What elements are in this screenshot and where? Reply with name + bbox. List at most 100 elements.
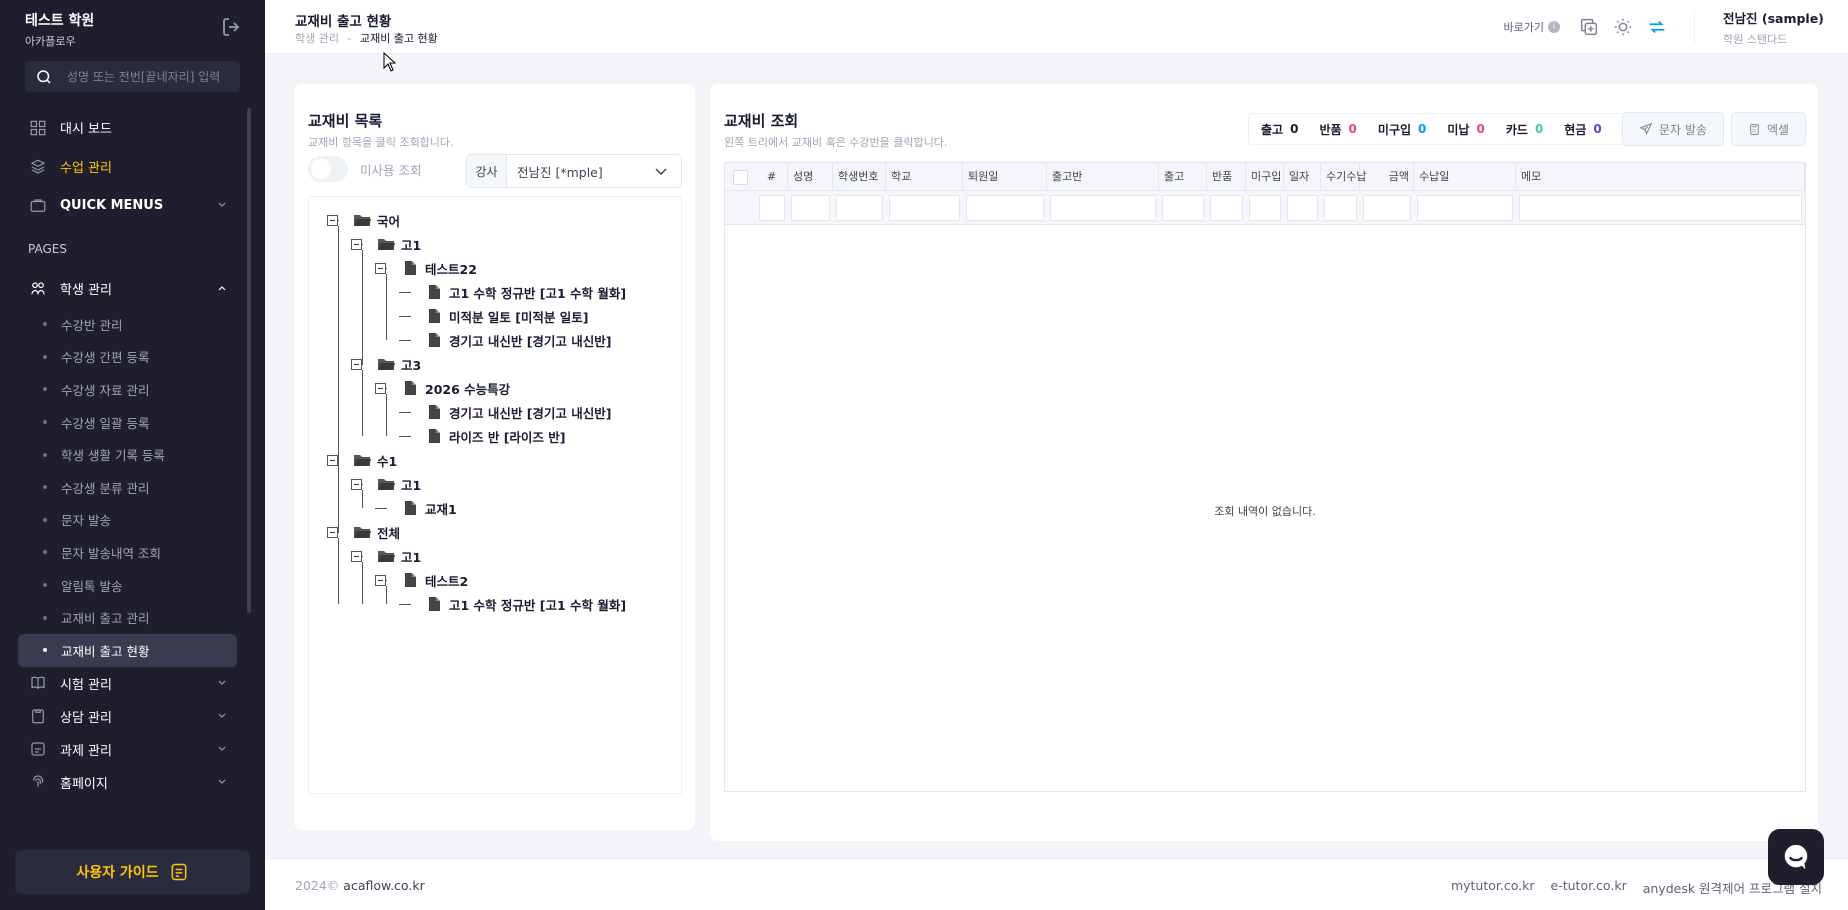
sidebar-subitem[interactable]: 교재비 출고 현황 <box>18 633 237 667</box>
sidebar-item-label: 수업 관리 <box>60 161 112 176</box>
grid-filter-input[interactable] <box>759 195 785 221</box>
grid-column-header[interactable]: 금액 <box>1360 163 1414 191</box>
grid-filter-input[interactable] <box>1519 195 1802 221</box>
sidebar-subitem[interactable]: 교재비 출고 관리 <box>18 601 237 634</box>
breadcrumb-current: 교재비 출고 현황 <box>359 32 438 45</box>
brightness-icon[interactable] <box>1612 16 1634 38</box>
collapse-icon[interactable] <box>351 551 362 562</box>
sidebar-item-quick-menus[interactable]: QUICK MENUS <box>18 186 237 225</box>
tree-node-file[interactable]: 고1 수학 정규반 [고1 수학 월화] <box>425 594 626 614</box>
sidebar-item-class[interactable]: 수업 관리 <box>18 147 237 186</box>
tree-node-file[interactable]: 경기고 내신반 [경기고 내신반] <box>425 402 611 422</box>
grid-filter-input[interactable] <box>1249 195 1281 221</box>
grid-filter-input[interactable] <box>889 195 960 221</box>
sidebar-subitem[interactable]: 학생 생활 기록 등록 <box>18 438 237 471</box>
search-input[interactable] <box>67 69 227 84</box>
tree-node-folder[interactable]: 고1 <box>377 474 421 494</box>
tree-connector <box>399 436 411 437</box>
sidebar-item-bottom[interactable]: 상담 관리 <box>18 700 237 733</box>
collapse-icon[interactable] <box>375 263 386 274</box>
sidebar-subitem[interactable]: 알림톡 발송 <box>18 569 237 602</box>
grid-column-header[interactable]: 퇴원일 <box>963 163 1047 191</box>
sidebar-scrollbar[interactable] <box>247 108 251 613</box>
sidebar-item-dashboard[interactable]: 대시 보드 <box>18 108 237 147</box>
grid-column-header[interactable]: 수기수납 <box>1321 163 1366 191</box>
breadcrumb: 학생 관리 - 교재비 출고 현황 <box>295 30 438 46</box>
sidebar-subitem[interactable]: 문자 발송 <box>18 504 237 537</box>
sidebar-subitem[interactable]: 수강생 자료 관리 <box>18 373 237 406</box>
sidebar-item-student[interactable]: 학생 관리 <box>18 269 237 308</box>
collapse-icon[interactable] <box>351 239 362 250</box>
tree-node-file[interactable]: 교재1 <box>401 498 457 518</box>
grid-column-header[interactable]: 학생번호 <box>833 163 886 191</box>
grid-filter-input[interactable] <box>1417 195 1513 221</box>
grid-column-header[interactable]: # <box>756 163 788 191</box>
sidebar-subitem[interactable]: 문자 발송내역 조회 <box>18 536 237 569</box>
sidebar-item-bottom[interactable]: 시험 관리 <box>18 667 237 700</box>
grid-filter-input[interactable] <box>1162 195 1204 221</box>
tree-node-file[interactable]: 테스트22 <box>401 258 477 278</box>
refresh-icon[interactable] <box>1646 16 1668 38</box>
tree-node-file[interactable]: 테스트2 <box>401 570 468 590</box>
sidebar-subitem[interactable]: 수강생 분류 관리 <box>18 471 237 504</box>
grid-column-header[interactable]: 성명 <box>788 163 833 191</box>
grid-filter-input[interactable] <box>1324 195 1357 221</box>
grid-filter-input[interactable] <box>791 195 830 221</box>
collapse-icon[interactable] <box>375 575 386 586</box>
grid-column-header[interactable]: 일자 <box>1284 163 1321 191</box>
teacher-select[interactable]: 강사 전남진 [*mple] <box>466 154 682 188</box>
collapse-icon[interactable] <box>375 383 386 394</box>
sidebar-subitem[interactable]: 수강생 일괄 등록 <box>18 406 237 439</box>
collapse-icon[interactable] <box>351 359 362 370</box>
grid-filter-input[interactable] <box>836 195 883 221</box>
chat-button[interactable] <box>1768 829 1824 885</box>
grid-filter-input[interactable] <box>1210 195 1243 221</box>
copy-add-icon[interactable] <box>1578 16 1600 38</box>
user-guide-button[interactable]: 사용자 가이드 <box>15 850 250 894</box>
collapse-icon[interactable] <box>327 455 338 466</box>
tree-node-folder[interactable]: 고1 <box>377 234 421 254</box>
tree-node-file[interactable]: 미적분 일토 [미적분 일토] <box>425 306 588 326</box>
sms-send-button[interactable]: 문자 발송 <box>1622 112 1724 146</box>
grid-column-header[interactable]: 출고 <box>1159 163 1207 191</box>
user-menu[interactable]: 전남진 (sample) 학원 스탠다드 <box>1723 8 1848 47</box>
grid-column-header[interactable]: 미구입 <box>1246 163 1284 191</box>
collapse-icon[interactable] <box>327 527 338 538</box>
excel-button[interactable]: 엑셀 <box>1731 112 1806 146</box>
sidebar-item-bottom[interactable]: 과제 관리 <box>18 733 237 766</box>
tree-node-file[interactable]: 경기고 내신반 [경기고 내신반] <box>425 330 611 350</box>
tree-connector <box>399 412 411 413</box>
tree-node-folder[interactable]: 고1 <box>377 546 421 566</box>
footer-site-link[interactable]: acaflow.co.kr <box>343 878 424 893</box>
student-icon <box>28 279 48 299</box>
sidebar-subitem[interactable]: 수강반 관리 <box>18 308 237 341</box>
sidebar-item-bottom[interactable]: 홈페이지 <box>18 766 237 799</box>
tree-node-folder[interactable]: 고3 <box>377 354 421 374</box>
tree-node-file[interactable]: 2026 수능특강 <box>401 378 510 398</box>
grid-filter-input[interactable] <box>1363 195 1411 221</box>
grid-column-header[interactable]: 학교 <box>886 163 963 191</box>
tree-node-file[interactable]: 라이즈 반 [라이즈 반] <box>425 426 565 446</box>
grid-filter-input[interactable] <box>966 195 1044 221</box>
collapse-icon[interactable] <box>351 479 362 490</box>
teacher-select-value[interactable]: 전남진 [*mple] <box>507 155 681 187</box>
grid-filter-input[interactable] <box>1287 195 1318 221</box>
tree-node-folder[interactable]: 전체 <box>353 522 400 542</box>
grid-column-header[interactable]: 출고반 <box>1047 163 1159 191</box>
grid-column-header[interactable]: 반품 <box>1207 163 1246 191</box>
tree-node-file[interactable]: 고1 수학 정규반 [고1 수학 월화] <box>425 282 626 302</box>
tree-node-folder[interactable]: 수1 <box>353 450 397 470</box>
select-all-checkbox[interactable] <box>733 170 748 185</box>
shortcut-link[interactable]: 바로가기 i <box>1504 19 1560 35</box>
grid-column-header[interactable]: 메모 <box>1516 163 1805 191</box>
logout-icon[interactable] <box>220 15 244 39</box>
grid-column-header[interactable]: 수납일 <box>1414 163 1516 191</box>
tree-node-folder[interactable]: 국어 <box>353 210 400 230</box>
breadcrumb-parent[interactable]: 학생 관리 <box>295 32 339 45</box>
grid-filter-input[interactable] <box>1050 195 1156 221</box>
collapse-icon[interactable] <box>327 215 338 226</box>
unused-toggle[interactable] <box>308 156 348 182</box>
footer-link-mytutor[interactable]: mytutor.co.kr <box>1451 878 1535 897</box>
sidebar-subitem[interactable]: 수강생 간편 등록 <box>18 341 237 374</box>
footer-link-etutor[interactable]: e-tutor.co.kr <box>1551 878 1627 897</box>
